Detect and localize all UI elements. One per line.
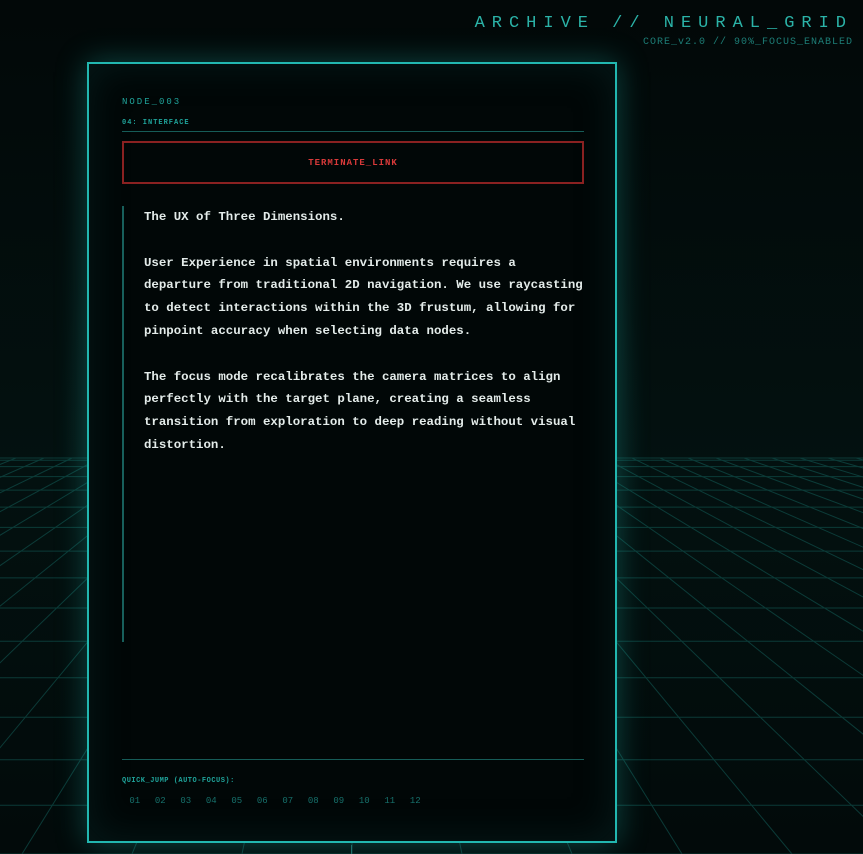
header: ARCHIVE // NEURAL_GRID CORE_v2.0 // 90%_… [475,14,853,48]
article-heading: The UX of Three Dimensions. [144,210,345,224]
article-paragraph: User Experience in spatial environments … [144,255,583,338]
focus-tick [351,845,352,854]
node-id: NODE_003 [122,97,182,107]
quick-jump-item-01[interactable]: 01 [122,796,148,806]
app-title: ARCHIVE // NEURAL_GRID [474,14,853,33]
quick-jump-item-05[interactable]: 05 [224,796,250,806]
terminate-link-button[interactable]: TERMINATE_LINK [122,141,584,184]
quick-jump-item-07[interactable]: 07 [275,796,301,806]
quick-jump-item-06[interactable]: 06 [250,796,276,806]
app-subtitle: CORE_v2.0 // 90%_FOCUS_ENABLED [642,37,853,48]
quick-jump-item-08[interactable]: 08 [301,796,327,806]
quick-jump-item-09[interactable]: 09 [326,796,352,806]
quick-jump-item-11[interactable]: 11 [377,796,403,806]
quick-jump-item-03[interactable]: 03 [173,796,199,806]
article-content: The UX of Three Dimensions. User Experie… [144,206,589,480]
node-panel: NODE_003 04: INTERFACE TERMINATE_LINK Th… [87,62,617,843]
divider [122,759,584,760]
quick-jump-item-12[interactable]: 12 [403,796,429,806]
article-paragraph: The focus mode recalibrates the camera m… [144,369,576,452]
quick-jump-item-04[interactable]: 04 [199,796,225,806]
quick-jump-label: QUICK_JUMP (AUTO-FOCUS): [122,777,235,785]
quick-jump-list: 01 02 03 04 05 06 07 08 09 10 11 12 [122,796,428,806]
divider [122,131,584,132]
quick-jump-item-02[interactable]: 02 [148,796,174,806]
content-accent-bar [122,206,124,642]
section-label: 04: INTERFACE [122,119,190,127]
quick-jump-item-10[interactable]: 10 [352,796,378,806]
